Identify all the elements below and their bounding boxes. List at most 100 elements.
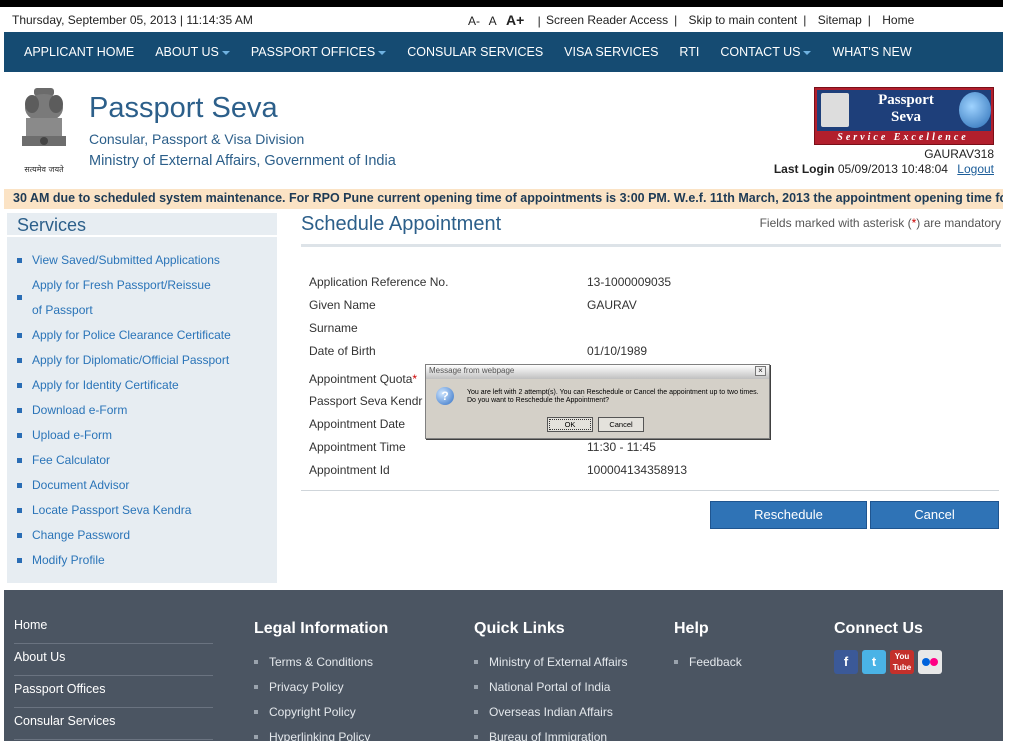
nav-item-contact-us[interactable]: CONTACT US: [720, 45, 812, 59]
detail-row: Appointment Id 100004134358913: [309, 458, 999, 481]
social-icons: f t You Tube: [834, 650, 942, 674]
service-link[interactable]: Apply for Diplomatic/Official Passport: [7, 348, 277, 373]
home-link[interactable]: Home: [882, 13, 914, 27]
detail-value: 11:30 - 11:45: [587, 440, 656, 454]
service-link[interactable]: Locate Passport Seva Kendra: [7, 498, 277, 523]
detail-value: 01/10/1989: [587, 344, 648, 358]
chevron-down-icon: [803, 50, 812, 55]
dialog-cancel-button[interactable]: Cancel: [598, 417, 644, 432]
services-list: View Saved/Submitted Applications Apply f…: [7, 248, 277, 573]
passport-seva-logo: Passport Seva Service Excellence: [814, 87, 994, 145]
site-subtitle-division: Consular, Passport & Visa Division: [89, 131, 305, 147]
footer-quick-title: Quick Links: [474, 620, 565, 637]
mandatory-note: Fields marked with asterisk (*) are mand…: [759, 216, 1001, 230]
service-link[interactable]: Upload e-Form: [7, 423, 277, 448]
footer-connect-section: Connect Us f t You Tube: [834, 620, 942, 674]
site-title: Passport Seva: [89, 92, 278, 124]
top-black-strip: [0, 0, 1003, 7]
footer-link-immigration[interactable]: Bureau of Immigration: [474, 725, 628, 741]
footer-link-hyperlinking[interactable]: Hyperlinking Policy: [254, 725, 388, 741]
sitemap-link[interactable]: Sitemap: [818, 13, 862, 27]
font-decrease-button[interactable]: A-: [468, 14, 480, 28]
service-link[interactable]: Apply for Identity Certificate: [7, 373, 277, 398]
service-link[interactable]: View Saved/Submitted Applications: [7, 248, 277, 273]
footer-nav-about[interactable]: About Us: [14, 644, 213, 676]
current-datetime: Thursday, September 05, 2013 | 11:14:35 …: [12, 13, 253, 27]
service-link[interactable]: Apply for Fresh Passport/Reissue of Pass…: [7, 273, 222, 323]
detail-row: Given Name GAURAV: [309, 293, 999, 316]
emblem-seal-icon: [821, 93, 849, 127]
footer-link-privacy[interactable]: Privacy Policy: [254, 675, 388, 700]
footer-nav-passport-offices[interactable]: Passport Offices: [14, 676, 213, 708]
detail-row: Application Reference No. 13-1000009035: [309, 270, 999, 293]
logo-tagline: Service Excellence: [837, 132, 969, 143]
footer-link-mea[interactable]: Ministry of External Affairs: [474, 650, 628, 675]
logo-line-1: Passport: [878, 92, 934, 108]
details-divider: [301, 490, 999, 491]
font-increase-button[interactable]: A+: [506, 12, 524, 28]
youtube-icon[interactable]: You Tube: [890, 650, 914, 674]
footer-link-national-portal[interactable]: National Portal of India: [474, 675, 628, 700]
nav-item-about-us[interactable]: ABOUT US: [155, 45, 230, 59]
detail-value: 100004134358913: [587, 463, 688, 477]
detail-label: Appointment Quota*: [309, 372, 418, 386]
service-link[interactable]: Document Advisor: [7, 473, 277, 498]
logout-link[interactable]: Logout: [957, 162, 994, 176]
detail-value: GAURAV: [587, 298, 637, 312]
service-link[interactable]: Modify Profile: [7, 548, 277, 573]
detail-label: Appointment Date: [309, 417, 406, 431]
footer-link-copyright[interactable]: Copyright Policy: [254, 700, 388, 725]
facebook-icon[interactable]: f: [834, 650, 858, 674]
announcement-marquee: 30 AM due to scheduled system maintenanc…: [4, 189, 1003, 209]
detail-row: Surname: [309, 316, 999, 339]
title-divider: [301, 244, 1001, 247]
screen-reader-link[interactable]: Screen Reader Access: [546, 13, 668, 27]
question-icon: ?: [436, 387, 454, 405]
nav-item-visa-services[interactable]: VISA SERVICES: [564, 45, 658, 59]
font-normal-button[interactable]: A: [489, 14, 497, 28]
detail-label: Application Reference No.: [309, 275, 449, 289]
reschedule-appointment-button[interactable]: Reschedule Appointment: [710, 501, 867, 548]
services-title: Services: [7, 213, 277, 237]
chevron-down-icon: [378, 50, 387, 55]
footer-help-section: Help Feedback: [674, 620, 742, 675]
dialog-title: Message from webpage: [429, 366, 515, 375]
marquee-text: 30 AM due to scheduled system maintenanc…: [13, 191, 1003, 205]
service-link[interactable]: Apply for Police Clearance Certificate: [7, 323, 277, 348]
last-login-label: Last Login: [773, 162, 835, 176]
footer-link-terms[interactable]: Terms & Conditions: [254, 650, 388, 675]
globe-icon: [959, 92, 991, 128]
detail-value: 13-1000009035: [587, 275, 672, 289]
nav-item-rti[interactable]: RTI: [679, 45, 699, 59]
nav-item-applicant-home[interactable]: APPLICANT HOME: [24, 45, 134, 59]
service-link[interactable]: Download e-Form: [7, 398, 277, 423]
utility-links: Screen Reader Access | Skip to main conte…: [546, 13, 915, 27]
flickr-icon[interactable]: [918, 650, 942, 674]
skip-to-main-link[interactable]: Skip to main content: [689, 13, 798, 27]
dialog-ok-button[interactable]: OK: [547, 417, 593, 432]
font-size-controls: A- A A+ |: [468, 12, 541, 28]
footer-nav-home[interactable]: Home: [14, 612, 213, 644]
footer-link-feedback[interactable]: Feedback: [674, 650, 742, 675]
service-link[interactable]: Fee Calculator: [7, 448, 277, 473]
page-title: Schedule Appointment: [301, 213, 502, 235]
twitter-icon[interactable]: t: [862, 650, 886, 674]
nav-item-what-s-new[interactable]: WHAT'S NEW: [832, 45, 911, 59]
detail-label: Passport Seva Kendr: [309, 394, 423, 408]
services-panel: Services View Saved/Submitted Applicatio…: [7, 213, 277, 583]
national-emblem-icon: सत्यमेव जयते: [22, 88, 66, 174]
cancel-appointment-button[interactable]: Cancel Appointment: [870, 501, 999, 548]
footer-link-overseas[interactable]: Overseas Indian Affairs: [474, 700, 628, 725]
dialog-close-icon[interactable]: ×: [755, 366, 766, 376]
last-login: Last Login 05/09/2013 10:48:04 Logout: [774, 162, 994, 176]
detail-row: Date of Birth 01/10/1989: [309, 339, 999, 362]
nav-item-passport-offices[interactable]: PASSPORT OFFICES: [251, 45, 387, 59]
footer: Home About Us Passport Offices Consular …: [4, 590, 1003, 741]
emblem-caption: सत्यमेव जयते: [24, 164, 64, 174]
dialog-titlebar: Message from webpage ×: [426, 365, 769, 379]
nav-item-consular-services[interactable]: CONSULAR SERVICES: [407, 45, 543, 59]
service-link[interactable]: Change Password: [7, 523, 277, 548]
footer-nav-consular-services[interactable]: Consular Services: [14, 708, 213, 740]
footer-legal-title: Legal Information: [254, 620, 389, 637]
detail-label: Given Name: [309, 298, 376, 312]
